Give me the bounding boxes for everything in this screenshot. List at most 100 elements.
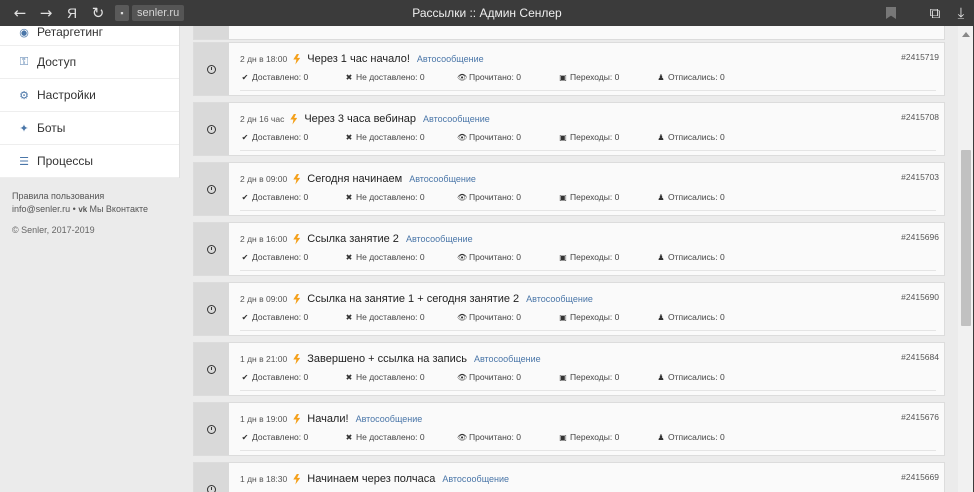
message-type-link[interactable]: Автосообщение xyxy=(442,474,509,484)
bookmark-icon[interactable] xyxy=(886,7,896,19)
link-icon: ▣ xyxy=(559,72,567,82)
message-name[interactable]: Завершено + ссылка на запись xyxy=(307,353,467,365)
message-card[interactable]: 1 дн в 19:00 Начали! Автосообщение #2415676… xyxy=(193,402,945,456)
forward-button[interactable]: → xyxy=(33,0,59,26)
cross-icon: ✖ xyxy=(345,72,353,82)
message-card[interactable]: 1 дн в 21:00 Завершено + ссылка на запись… xyxy=(193,342,945,396)
address-domain[interactable]: senler.ru xyxy=(132,5,185,21)
sidebar-item-settings[interactable]: ⚙ Настройки xyxy=(0,79,179,112)
message-id: #2415676 xyxy=(901,412,939,422)
stat-label: Доставлено: 0 xyxy=(252,132,309,142)
check-icon: ✔ xyxy=(241,312,249,322)
stat-label: Доставлено: 0 xyxy=(252,372,309,382)
scrollbar-thumb[interactable] xyxy=(961,150,971,326)
message-name[interactable]: Сегодня начинаем xyxy=(307,173,402,185)
download-icon[interactable]: ⤓ xyxy=(948,0,974,26)
message-name[interactable]: Через 1 час начало! xyxy=(307,53,410,65)
stat-delivered: ✔ Доставлено: 0 xyxy=(240,192,309,202)
stat-label: Не доставлено: 0 xyxy=(356,192,425,202)
message-type-link[interactable]: Автосообщение xyxy=(406,234,473,244)
email-link[interactable]: info@senler.ru xyxy=(12,204,70,214)
sidebar-item-bots[interactable]: ✦ Боты xyxy=(0,112,179,145)
sidebar-item-label: Боты xyxy=(37,121,66,135)
sidebar-item-label: Процессы xyxy=(37,154,94,168)
link-icon: ▣ xyxy=(559,252,567,262)
message-time: 1 дн в 19:00 xyxy=(240,414,288,424)
stat-label: Переходы: 0 xyxy=(570,72,620,82)
stat-delivered: ✔ Доставлено: 0 xyxy=(240,432,309,442)
stat-label: Отписались: 0 xyxy=(668,72,725,82)
message-time: 2 дн в 18:00 xyxy=(240,54,288,64)
stat-label: Доставлено: 0 xyxy=(252,72,309,82)
cross-icon: ✖ xyxy=(345,252,353,262)
message-id: #2415708 xyxy=(901,112,939,122)
message-card[interactable]: 2 дн в 09:00 Ссылка на занятие 1 + сегодн… xyxy=(193,282,945,336)
message-id: #2415690 xyxy=(901,292,939,302)
message-name[interactable]: Через 3 часа вебинар xyxy=(304,113,416,125)
clock-icon xyxy=(207,184,216,194)
stat-label: Отписались: 0 xyxy=(668,132,725,142)
stat-label: Прочитано: 0 xyxy=(469,192,521,202)
message-card[interactable]: 2 дн 16 час Через 3 часа вебинар Автосообщ… xyxy=(193,102,945,156)
eye-icon: 👁 xyxy=(457,312,468,322)
message-name[interactable]: Ссылка на занятие 1 + сегодня занятие 2 xyxy=(307,293,519,305)
scroll-up-arrow[interactable] xyxy=(962,32,970,37)
stat-delivered: ✔ Доставлено: 0 xyxy=(240,372,309,382)
stat-unsubscribed: ♟ Отписались: 0 xyxy=(656,192,724,202)
message-card[interactable]: 2 дн в 18:00 Через 1 час начало! Автосообщ… xyxy=(193,42,945,96)
message-name[interactable]: Ссылка занятие 2 xyxy=(307,233,399,245)
stat-not-delivered: ✖ Не доставлено: 0 xyxy=(344,72,425,82)
stat-unsubscribed: ♟ Отписались: 0 xyxy=(656,432,724,442)
yandex-button[interactable]: Я xyxy=(59,0,85,26)
divider xyxy=(240,390,936,391)
schedule-cell xyxy=(194,223,229,275)
stat-label: Прочитано: 0 xyxy=(469,372,521,382)
sidebar-item-access[interactable]: ⚿ Доступ xyxy=(0,46,179,79)
cross-icon: ✖ xyxy=(345,192,353,202)
message-type-link[interactable]: Автосообщение xyxy=(417,54,484,64)
divider xyxy=(240,90,936,91)
link-icon: ▣ xyxy=(559,132,567,142)
stat-read: 👁 Прочитано: 0 xyxy=(457,312,521,322)
cross-icon: ✖ xyxy=(345,312,353,322)
stat-clicks: ▣ Переходы: 0 xyxy=(558,72,619,82)
message-id: #2415684 xyxy=(901,352,939,362)
message-name[interactable]: Начинаем через полчаса xyxy=(307,473,435,485)
stat-label: Прочитано: 0 xyxy=(469,72,521,82)
stat-not-delivered: ✖ Не доставлено: 0 xyxy=(344,372,425,382)
address-bar[interactable]: ▪ senler.ru xyxy=(115,4,185,22)
clock-icon xyxy=(207,304,216,314)
message-type-link[interactable]: Автосообщение xyxy=(423,114,490,124)
message-type-link[interactable]: Автосообщение xyxy=(526,294,593,304)
message-type-link[interactable]: Автосообщение xyxy=(356,414,423,424)
stat-not-delivered: ✖ Не доставлено: 0 xyxy=(344,132,425,142)
sidebar-item-retargeting[interactable]: ◉ Ретаргетинг xyxy=(0,26,179,46)
message-time: 2 дн в 09:00 xyxy=(240,294,288,304)
message-type-link[interactable]: Автосообщение xyxy=(474,354,541,364)
reload-button[interactable]: ↻ xyxy=(85,0,111,26)
scrollbar[interactable] xyxy=(958,26,974,492)
message-card[interactable]: 2 дн в 09:00 Сегодня начинаем Автосообщени… xyxy=(193,162,945,216)
message-card-partial[interactable] xyxy=(193,26,945,40)
terms-link[interactable]: Правила пользования xyxy=(12,191,104,201)
stat-read: 👁 Прочитано: 0 xyxy=(457,192,521,202)
stat-label: Не доставлено: 0 xyxy=(356,432,425,442)
vk-link[interactable]: Мы Вконтакте xyxy=(89,204,148,214)
divider xyxy=(240,330,936,331)
cross-icon: ✖ xyxy=(345,372,353,382)
translate-icon[interactable]: ⧉ xyxy=(922,0,948,26)
stat-label: Переходы: 0 xyxy=(570,132,620,142)
back-button[interactable]: ← xyxy=(7,0,33,26)
sidebar-item-label: Ретаргетинг xyxy=(37,26,104,39)
sidebar: ◉ Ретаргетинг ⚿ Доступ ⚙ Настройки ✦ Бот… xyxy=(0,26,180,492)
lock-icon: ▪ xyxy=(115,5,129,21)
message-card[interactable]: 1 дн в 18:30 Начинаем через полчаса Автосо… xyxy=(193,462,945,492)
message-name[interactable]: Начали! xyxy=(307,413,348,425)
message-card[interactable]: 2 дн в 16:00 Ссылка занятие 2 Автосообщени… xyxy=(193,222,945,276)
message-list: 2 дн в 18:00 Через 1 час начало! Автосообщ… xyxy=(180,26,958,492)
sidebar-item-processes[interactable]: ☰ Процессы xyxy=(0,145,179,178)
stat-label: Переходы: 0 xyxy=(570,252,620,262)
message-type-link[interactable]: Автосообщение xyxy=(409,174,476,184)
stat-read: 👁 Прочитано: 0 xyxy=(457,372,521,382)
link-icon: ▣ xyxy=(559,312,567,322)
